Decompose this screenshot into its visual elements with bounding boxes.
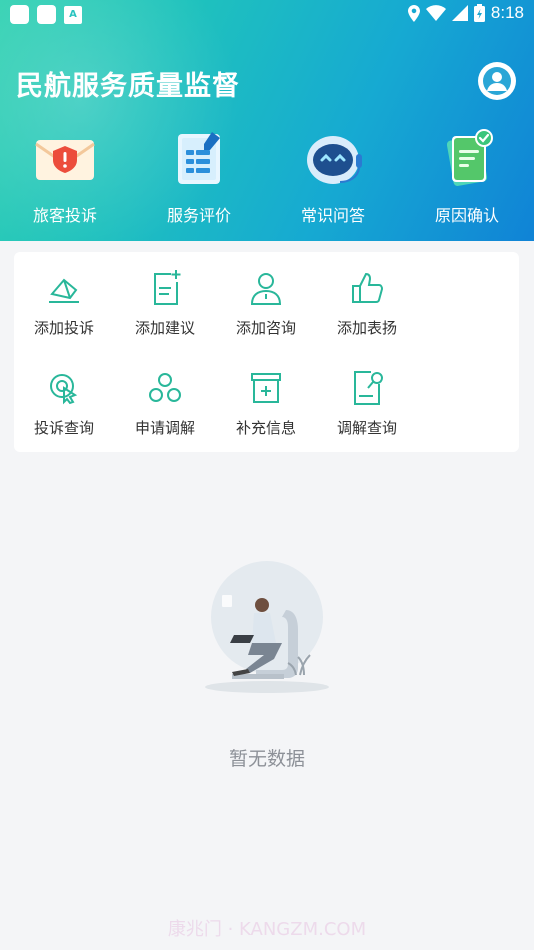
quick-action-label: 服务评价 (166, 206, 231, 225)
notification-icon-2 (37, 5, 56, 24)
notification-icon (10, 5, 29, 24)
empty-state-text: 暂无数据 (228, 748, 305, 770)
a-badge-icon: A (64, 6, 82, 24)
grid-item-add-suggestion[interactable]: 添加建议 (115, 268, 215, 338)
action-grid-card: 添加投诉 添加建议 添加咨询 添加表扬 投诉查询 申请调解 补充信息 调解查询 (14, 252, 519, 452)
quick-action-complaint[interactable]: 旅客投诉 (0, 128, 130, 226)
grid-item-add-praise[interactable]: 添加表扬 (317, 268, 417, 338)
thumbs-up-icon (352, 272, 384, 303)
search-click-icon (50, 374, 78, 405)
grid-item-label: 添加咨询 (235, 319, 296, 337)
app-header: A 8:18 民航服务质量监督 旅客投诉 服务评价 常识问答 原因确认 (0, 0, 534, 241)
grid-item-label: 添加建议 (134, 319, 195, 337)
grid-item-add-complaint[interactable]: 添加投诉 (14, 268, 114, 338)
empty-state (0, 555, 534, 709)
page-title: 民航服务质量监督 (16, 71, 240, 102)
quick-action-label: 原因确认 (434, 206, 499, 225)
battery-icon (473, 4, 485, 22)
location-icon (407, 4, 420, 22)
grid-item-label: 申请调解 (134, 419, 195, 437)
eraser-icon (49, 278, 79, 303)
grid-item-label: 添加投诉 (33, 319, 94, 337)
robot-qa-icon (307, 136, 362, 184)
grid-item-label: 投诉查询 (33, 419, 94, 437)
grid-item-supplement-info[interactable]: 补充信息 (216, 368, 316, 438)
status-bar: A 8:18 (0, 0, 534, 28)
wifi-icon (425, 5, 446, 21)
doc-search-icon (354, 371, 383, 405)
complaint-envelope-icon (35, 140, 95, 180)
empty-illustration-icon (205, 561, 329, 693)
user-avatar-icon (480, 64, 514, 98)
doc-plus-icon (154, 270, 181, 305)
grid-item-complaint-query[interactable]: 投诉查询 (14, 368, 114, 438)
circles-icon (149, 373, 181, 402)
box-plus-icon (251, 373, 281, 403)
person-icon (250, 273, 282, 305)
quick-action-confirm[interactable]: 原因确认 (402, 128, 532, 226)
grid-item-label: 调解查询 (336, 419, 397, 437)
quick-action-label: 旅客投诉 (32, 206, 97, 225)
quick-action-qa[interactable]: 常识问答 (268, 128, 398, 226)
grid-item-apply-mediation[interactable]: 申请调解 (115, 368, 215, 438)
evaluation-doc-icon (178, 132, 220, 184)
signal-icon (451, 5, 468, 21)
quick-action-evaluation[interactable]: 服务评价 (134, 128, 264, 226)
avatar[interactable] (478, 62, 516, 100)
grid-item-add-consult[interactable]: 添加咨询 (216, 268, 316, 338)
grid-item-label: 添加表扬 (336, 319, 397, 337)
grid-item-label: 补充信息 (235, 419, 296, 437)
status-time: 8:18 (490, 3, 524, 22)
quick-action-label: 常识问答 (300, 206, 365, 225)
grid-item-mediation-query[interactable]: 调解查询 (317, 368, 417, 438)
watermark: 康兆门 · KANGZM.COM (167, 919, 367, 940)
confirm-doc-icon (446, 129, 493, 186)
